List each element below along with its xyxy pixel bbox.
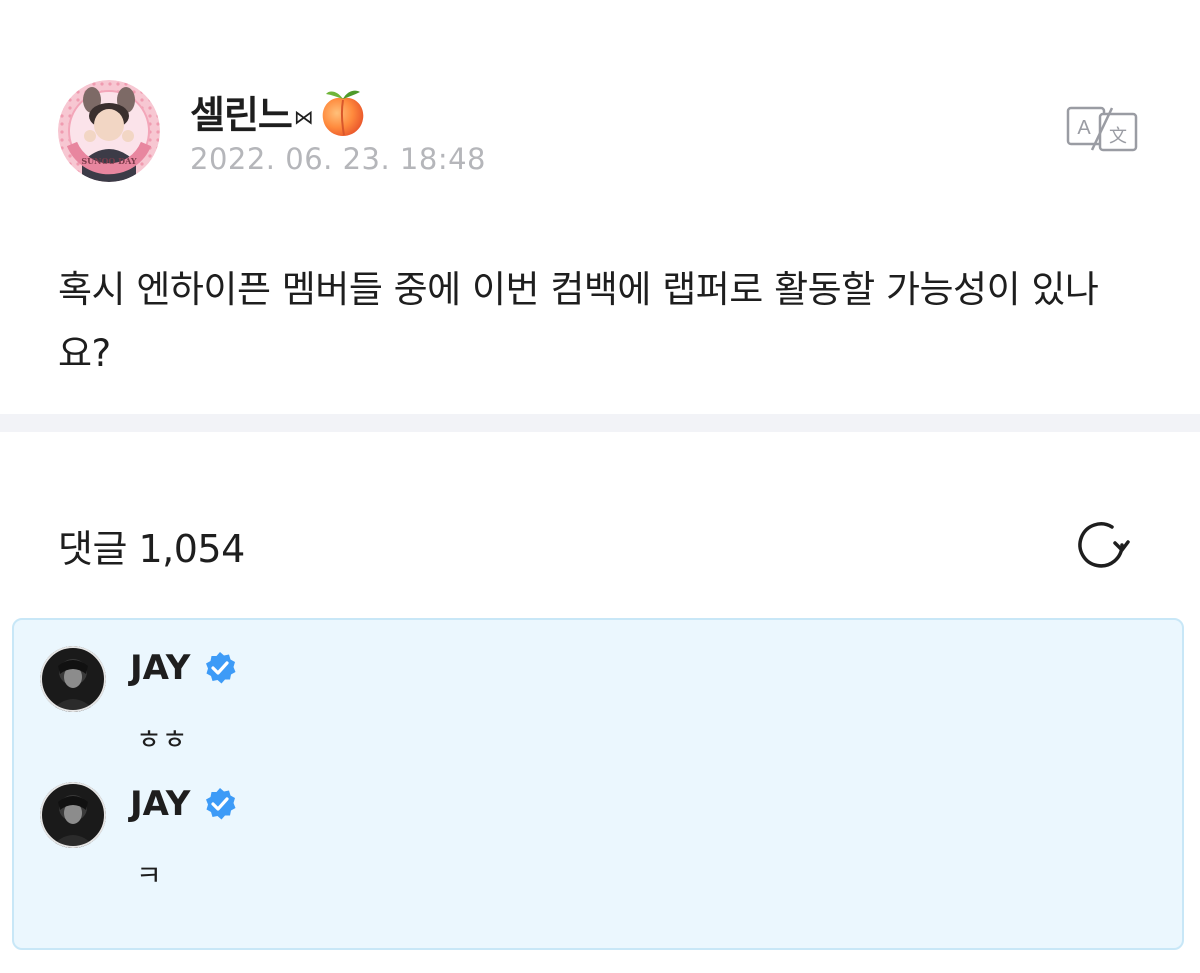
- commenter-name: JAY: [130, 648, 191, 688]
- commenter-avatar[interactable]: [40, 646, 106, 712]
- artist-comments-box: JAY ㅎㅎ JAY ㅋ: [12, 618, 1184, 950]
- post-date: 2022. 06. 23. 18:48: [190, 142, 486, 176]
- commenter-name: JAY: [130, 784, 191, 824]
- commenter-name-row: JAY: [130, 648, 238, 688]
- commenter-avatar[interactable]: [40, 782, 106, 848]
- svg-text:文: 文: [1109, 126, 1127, 147]
- author-name: 셀린느: [190, 93, 293, 137]
- author-avatar[interactable]: SUNOO DAY: [58, 80, 160, 182]
- commenter-name-row: JAY: [130, 784, 238, 824]
- refresh-icon: [1078, 522, 1130, 568]
- translate-icon: A 文: [1066, 106, 1138, 152]
- post-body: 혹시 엔하이픈 멤버들 중에 이번 컴백에 랩퍼로 활동할 가능성이 있나요?: [58, 268, 1099, 375]
- refresh-button[interactable]: [1072, 516, 1130, 574]
- verified-badge-icon: [206, 788, 236, 820]
- svg-text:A: A: [1077, 117, 1091, 139]
- comment-item[interactable]: JAY ㅎㅎ: [14, 620, 1182, 756]
- comments-count: 댓글 1,054: [58, 527, 245, 571]
- peach-emoji-icon: [322, 90, 364, 136]
- post-page: SUNOO DAY 셀린느 ⋈ 2022. 06. 23. 18:48 A 文 …: [0, 0, 1200, 973]
- author-name-row[interactable]: 셀린느 ⋈: [190, 84, 369, 139]
- section-divider: [0, 414, 1200, 432]
- avatar-badge-text: SUNOO DAY: [81, 156, 137, 166]
- comment-text: ㅋ: [136, 859, 162, 892]
- author-avatar-image: SUNOO DAY: [58, 80, 160, 182]
- verified-badge-icon: [206, 652, 236, 684]
- post-header: SUNOO DAY 셀린느 ⋈ 2022. 06. 23. 18:48 A 文: [58, 80, 1158, 190]
- comment-item[interactable]: JAY ㅋ: [14, 756, 1182, 892]
- bow-symbol: ⋈: [293, 104, 314, 129]
- translate-button[interactable]: A 文: [1066, 106, 1138, 152]
- commenter-avatar-image: [40, 782, 106, 848]
- comment-text: ㅎㅎ: [136, 723, 188, 756]
- commenter-avatar-image: [40, 646, 106, 712]
